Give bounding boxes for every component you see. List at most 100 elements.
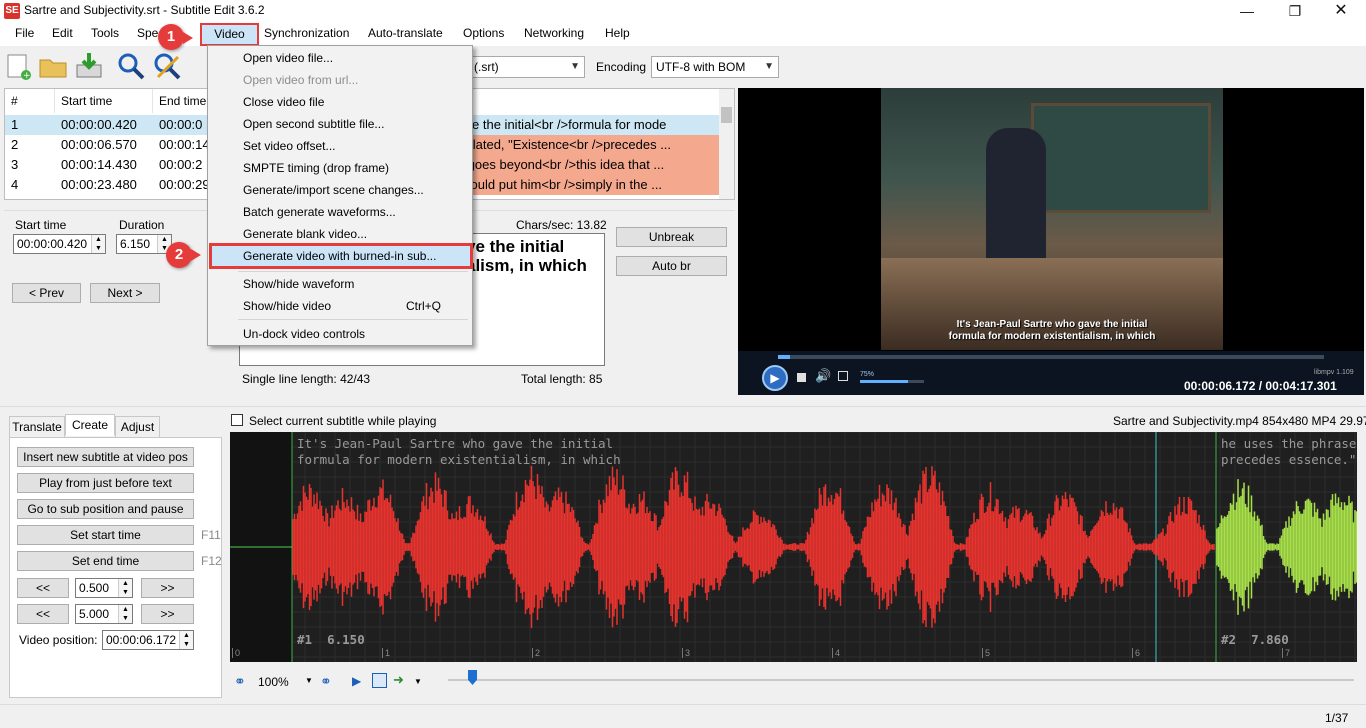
menu-item-burned-in-sub[interactable]: Generate video with burned-in sub... <box>243 249 436 263</box>
menu-item-toggle-waveform[interactable]: Show/hide waveform <box>243 277 354 291</box>
goto-sub-button[interactable]: Go to sub position and pause <box>17 499 194 519</box>
spin-icon[interactable]: ▲ ▼ <box>118 579 132 597</box>
menu-edit[interactable]: Edit <box>52 26 73 42</box>
slider-thumb-icon[interactable] <box>468 670 477 685</box>
scrollbar-thumb[interactable] <box>721 107 732 123</box>
menu-spell[interactable]: Spe <box>137 26 158 42</box>
grid-icon[interactable] <box>372 673 387 688</box>
title-bar: SE Sartre and Subjectivity.srt - Subtitl… <box>0 0 1366 22</box>
menu-item-batch-waveforms[interactable]: Batch generate waveforms... <box>243 205 396 219</box>
menu-video[interactable]: Video <box>200 23 259 46</box>
waveform-position-slider[interactable] <box>448 679 1354 681</box>
waveform-sub2-tag: #2 7.860 <box>1221 632 1289 647</box>
menu-separator <box>238 271 468 272</box>
minimize-icon[interactable]: — <box>1224 0 1270 22</box>
forward-large-button[interactable]: >> <box>141 604 194 624</box>
menu-item-scene-changes[interactable]: Generate/import scene changes... <box>243 183 424 197</box>
forward-arrows-icon[interactable]: ➜ <box>393 672 404 688</box>
play-before-button[interactable]: Play from just before text <box>17 473 194 493</box>
menu-auto-translate[interactable]: Auto-translate <box>368 26 443 42</box>
save-icon[interactable] <box>74 51 104 81</box>
waveform-sub2-line-1: he uses the phrase be <box>1221 436 1357 451</box>
step-small-input[interactable]: 0.500 ▲ ▼ <box>75 578 133 598</box>
menu-separator <box>238 319 468 320</box>
status-bar: 1/37 <box>0 704 1366 728</box>
row-number: 1 <box>11 117 19 132</box>
chevron-down-icon: ▼ <box>570 61 580 72</box>
encoding-select[interactable]: UTF-8 with BOM ▼ <box>651 56 779 78</box>
waveform-sub1-tag: #1 6.150 <box>297 632 365 647</box>
callout-arrow-2 <box>191 249 201 261</box>
menu-item-open-second-subtitle[interactable]: Open second subtitle file... <box>243 117 384 131</box>
seek-bar[interactable] <box>778 355 1324 359</box>
menu-networking[interactable]: Networking <box>524 26 584 42</box>
play-selection-icon[interactable]: ▶ <box>352 674 361 688</box>
menu-item-burned-in-highlight[interactable]: Generate video with burned-in sub... <box>209 243 473 269</box>
column-header-number[interactable]: # <box>5 89 55 113</box>
unbreak-button[interactable]: Unbreak <box>616 227 727 247</box>
menu-item-close-video[interactable]: Close video file <box>243 95 324 109</box>
fullscreen-icon[interactable] <box>838 371 848 381</box>
next-button[interactable]: Next > <box>90 283 160 303</box>
chevron-down-icon[interactable]: ▼ <box>414 677 422 686</box>
step-large-input[interactable]: 5.000 ▲ ▼ <box>75 604 133 624</box>
row-start: 00:00:14.430 <box>61 157 137 172</box>
menu-item-set-video-offset[interactable]: Set video offset... <box>243 139 336 153</box>
new-file-icon[interactable]: + <box>4 51 34 81</box>
menu-tools[interactable]: Tools <box>91 26 119 42</box>
tab-translate[interactable]: Translate <box>9 416 65 438</box>
menu-item-smpte-timing[interactable]: SMPTE timing (drop frame) <box>243 161 389 175</box>
prev-button[interactable]: < Prev <box>12 283 81 303</box>
start-time-input[interactable]: 00:00:00.420 ▲ ▼ <box>13 234 106 254</box>
toolbar: + o (.srt) ▼ Encoding UTF-8 with BOM ▼ <box>0 46 1366 88</box>
menu-item-undock-controls[interactable]: Un-dock video controls <box>243 327 365 341</box>
auto-br-button[interactable]: Auto br <box>616 256 727 276</box>
open-folder-icon[interactable] <box>38 51 68 81</box>
tab-adjust[interactable]: Adjust <box>115 416 160 438</box>
waveform-panel[interactable]: It's Jean-Paul Sartre who gave the initi… <box>230 432 1357 662</box>
video-position-input[interactable]: 00:00:06.172 ▲ ▼ <box>102 630 194 650</box>
find-icon[interactable] <box>116 51 146 81</box>
play-icon[interactable]: ▶ <box>762 365 788 391</box>
spin-icon[interactable]: ▲ ▼ <box>91 235 105 253</box>
menu-item-blank-video[interactable]: Generate blank video... <box>243 227 367 241</box>
menu-item-open-video[interactable]: Open video file... <box>243 51 333 65</box>
set-start-button[interactable]: Set start time <box>17 525 194 545</box>
menu-options[interactable]: Options <box>463 26 504 42</box>
column-header-start[interactable]: Start time <box>55 89 153 113</box>
menu-synchronization[interactable]: Synchronization <box>264 26 349 42</box>
row-end: 00:00:2 <box>159 157 203 172</box>
back-large-button[interactable]: << <box>17 604 69 624</box>
callout-badge-1: 1 <box>158 24 184 50</box>
insert-subtitle-button[interactable]: Insert new subtitle at video pos <box>17 447 194 467</box>
tab-create[interactable]: Create <box>65 414 115 436</box>
spin-icon[interactable]: ▲ ▼ <box>179 631 193 649</box>
volume-slider[interactable] <box>860 380 924 383</box>
menu-item-toggle-video[interactable]: Show/hide video <box>243 299 331 313</box>
zoom-in-icon[interactable]: ⚭ <box>320 673 332 690</box>
menu-item-open-video-url[interactable]: Open video from url... <box>243 73 358 87</box>
zoom-level[interactable]: 100% <box>258 675 289 689</box>
list-scrollbar[interactable] <box>719 89 734 199</box>
video-frame: It's Jean-Paul Sartre who gave the initi… <box>881 88 1223 350</box>
select-current-checkbox[interactable] <box>231 414 243 426</box>
replace-icon[interactable] <box>152 51 182 81</box>
back-small-button[interactable]: << <box>17 578 69 598</box>
chevron-down-icon[interactable]: ▼ <box>305 676 313 685</box>
zoom-out-icon[interactable]: ⚭ <box>234 673 246 690</box>
format-select[interactable]: o (.srt) ▼ <box>459 56 585 78</box>
maximize-icon[interactable]: ❐ <box>1272 0 1318 22</box>
menu-file[interactable]: File <box>15 26 34 42</box>
row-number: 2 <box>11 137 19 152</box>
stop-icon[interactable] <box>797 373 806 382</box>
duration-input[interactable]: 6.150 ▲ ▼ <box>116 234 172 254</box>
spin-icon[interactable]: ▲ ▼ <box>118 605 132 623</box>
video-player[interactable]: It's Jean-Paul Sartre who gave the initi… <box>738 88 1364 395</box>
total-length: Total length: 85 <box>521 372 603 386</box>
volume-icon[interactable]: 🔊 <box>815 368 831 384</box>
time-tick: 2 <box>532 648 540 658</box>
forward-small-button[interactable]: >> <box>141 578 194 598</box>
set-end-button[interactable]: Set end time <box>17 551 194 571</box>
menu-help[interactable]: Help <box>605 26 630 42</box>
close-icon[interactable]: ✕ <box>1318 0 1364 22</box>
